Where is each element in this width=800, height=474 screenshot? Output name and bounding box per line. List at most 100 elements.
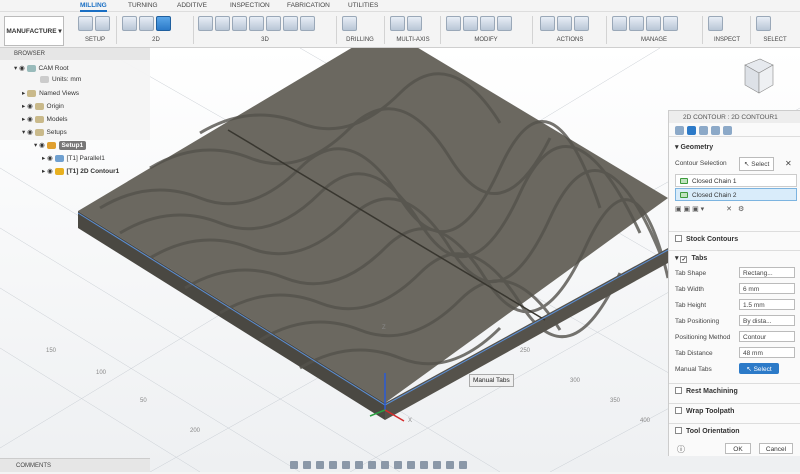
- measure-icon[interactable]: [708, 15, 723, 31]
- contour-select-button[interactable]: ↖ Select: [739, 157, 775, 171]
- wrap-toolpath-section[interactable]: Wrap Toolpath: [669, 403, 800, 415]
- manual-tabs-select-button[interactable]: ↖ Select: [739, 363, 779, 374]
- group-setup[interactable]: SETUP: [78, 13, 112, 47]
- tab-positioning-select[interactable]: By dista...: [739, 315, 795, 326]
- group-drilling[interactable]: DRILLING: [342, 13, 378, 47]
- chain-item[interactable]: Closed Chain 2: [675, 188, 797, 201]
- move-icon[interactable]: [480, 15, 495, 31]
- machine-icon[interactable]: [646, 15, 661, 31]
- 3d-flow-icon[interactable]: [283, 15, 298, 31]
- edit-notes-icon[interactable]: [497, 15, 512, 31]
- tab-fabrication[interactable]: FABRICATION: [287, 2, 330, 9]
- dialog-header[interactable]: 2D CONTOUR : 2D CONTOUR1: [669, 111, 800, 123]
- tree-item-setup1[interactable]: ▾ ◉ Setup1: [34, 141, 87, 150]
- select-box-icon[interactable]: [756, 15, 771, 31]
- 3d-pocket-icon[interactable]: [215, 15, 230, 31]
- tool-orientation-section[interactable]: Tool Orientation: [669, 423, 800, 435]
- cancel-button[interactable]: Cancel: [759, 443, 793, 454]
- post-process-icon[interactable]: [557, 15, 572, 31]
- viewports-icon[interactable]: [381, 461, 389, 469]
- tab-milling[interactable]: MILLING: [80, 2, 107, 12]
- geometry-tab-icon[interactable]: [687, 126, 696, 135]
- geometry-section[interactable]: ▾ Geometry: [669, 143, 800, 151]
- heights-tab-icon[interactable]: [699, 126, 708, 135]
- 2d-contour-icon[interactable]: [156, 15, 171, 31]
- environment-icon[interactable]: [446, 461, 454, 469]
- remove-chain-icon[interactable]: ✕: [726, 206, 732, 213]
- stock-display-icon[interactable]: [420, 461, 428, 469]
- add-chain-icon[interactable]: ▣ ▣ ▣ ▾: [675, 206, 704, 213]
- clear-selection-icon[interactable]: ✕: [785, 159, 792, 168]
- setup-sheet-icon[interactable]: [574, 15, 589, 31]
- tab-inspection[interactable]: INSPECTION: [230, 2, 270, 9]
- look-at-icon[interactable]: [303, 461, 311, 469]
- tab-width-field[interactable]: 6 mm: [739, 283, 795, 294]
- zoom-icon[interactable]: [329, 461, 337, 469]
- g-code-icon[interactable]: [95, 15, 110, 31]
- post-library-icon[interactable]: [663, 15, 678, 31]
- tab-shape-select[interactable]: Rectang...: [739, 267, 795, 278]
- tool-tab-icon[interactable]: [675, 126, 684, 135]
- ok-button[interactable]: OK: [725, 443, 751, 454]
- tab-turning[interactable]: TURNING: [128, 2, 158, 9]
- multi-axis-icon[interactable]: [407, 15, 422, 31]
- 3d-adaptive-icon[interactable]: [198, 15, 213, 31]
- tree-item-setups[interactable]: ▾ ◉ Setups: [22, 128, 67, 136]
- 3d-scallop-icon[interactable]: [266, 15, 281, 31]
- machine-display-icon[interactable]: [433, 461, 441, 469]
- cut-icon[interactable]: [446, 15, 461, 31]
- pan-icon[interactable]: [316, 461, 324, 469]
- swarf-icon[interactable]: [390, 15, 405, 31]
- orbit-icon[interactable]: [290, 461, 298, 469]
- info-icon[interactable]: ⓘ: [677, 444, 685, 455]
- tab-height-field[interactable]: 1.5 mm: [739, 299, 795, 310]
- group-2d[interactable]: 2D: [122, 13, 190, 47]
- effects-icon[interactable]: [459, 461, 467, 469]
- fit-icon[interactable]: [342, 461, 350, 469]
- 3d-steep-icon[interactable]: [232, 15, 247, 31]
- tree-item-parallel1[interactable]: ▸ ◉ [T1] Parallel1: [42, 154, 105, 162]
- tabs-section[interactable]: ▾ ✓ Tabs: [669, 250, 800, 263]
- 2d-icon[interactable]: [122, 15, 137, 31]
- workspace-switcher[interactable]: MANUFACTURE ▾: [4, 16, 64, 46]
- chain-item[interactable]: Closed Chain 1: [675, 174, 797, 187]
- group-modify[interactable]: MODIFY: [446, 13, 526, 47]
- tree-item-2d-contour1[interactable]: ▸ ◉ [T1] 2D Contour1: [42, 167, 119, 175]
- setup-icon[interactable]: [78, 15, 93, 31]
- tree-item-units[interactable]: Units: mm: [40, 76, 81, 83]
- 3d-parallel-icon[interactable]: [249, 15, 264, 31]
- display-settings-icon[interactable]: [355, 461, 363, 469]
- toolpath-display-icon[interactable]: [407, 461, 415, 469]
- linking-tab-icon[interactable]: [723, 126, 732, 135]
- template-icon[interactable]: [629, 15, 644, 31]
- simulate-icon[interactable]: [540, 15, 555, 31]
- group-multi-axis[interactable]: MULTI-AXIS: [390, 13, 436, 47]
- tab-distance-field[interactable]: 48 mm: [739, 347, 795, 358]
- rest-machining-section[interactable]: Rest Machining: [669, 383, 800, 395]
- tab-utilities[interactable]: UTILITIES: [348, 2, 378, 9]
- 2d-face-icon[interactable]: [139, 15, 154, 31]
- 3d-more-icon[interactable]: [300, 15, 315, 31]
- browser-header[interactable]: BROWSER: [0, 48, 150, 60]
- tree-item-named-views[interactable]: ▸ Named Views: [22, 89, 79, 97]
- group-manage[interactable]: MANAGE: [612, 13, 696, 47]
- comments-bar[interactable]: COMMENTS: [0, 458, 150, 472]
- simulate-icon[interactable]: [394, 461, 402, 469]
- group-actions[interactable]: ACTIONS: [540, 13, 600, 47]
- tree-item-cam-root[interactable]: ▾ ◉ CAM Root: [14, 64, 69, 72]
- tab-additive[interactable]: ADDITIVE: [177, 2, 207, 9]
- group-inspect[interactable]: INSPECT: [708, 13, 746, 47]
- settings-icon[interactable]: ⚙: [738, 206, 744, 213]
- grid-settings-icon[interactable]: [368, 461, 376, 469]
- group-select[interactable]: SELECT: [756, 13, 794, 47]
- tool-library-icon[interactable]: [612, 15, 627, 31]
- tree-item-models[interactable]: ▸ ◉ Models: [22, 115, 68, 123]
- tree-item-origin[interactable]: ▸ ◉ Origin: [22, 102, 64, 110]
- delete-icon[interactable]: [463, 15, 478, 31]
- view-cube[interactable]: [735, 55, 775, 100]
- group-3d[interactable]: 3D: [198, 13, 332, 47]
- passes-tab-icon[interactable]: [711, 126, 720, 135]
- stock-contours-section[interactable]: Stock Contours: [669, 231, 800, 243]
- positioning-method-select[interactable]: Contour: [739, 331, 795, 342]
- drill-icon[interactable]: [342, 15, 357, 31]
